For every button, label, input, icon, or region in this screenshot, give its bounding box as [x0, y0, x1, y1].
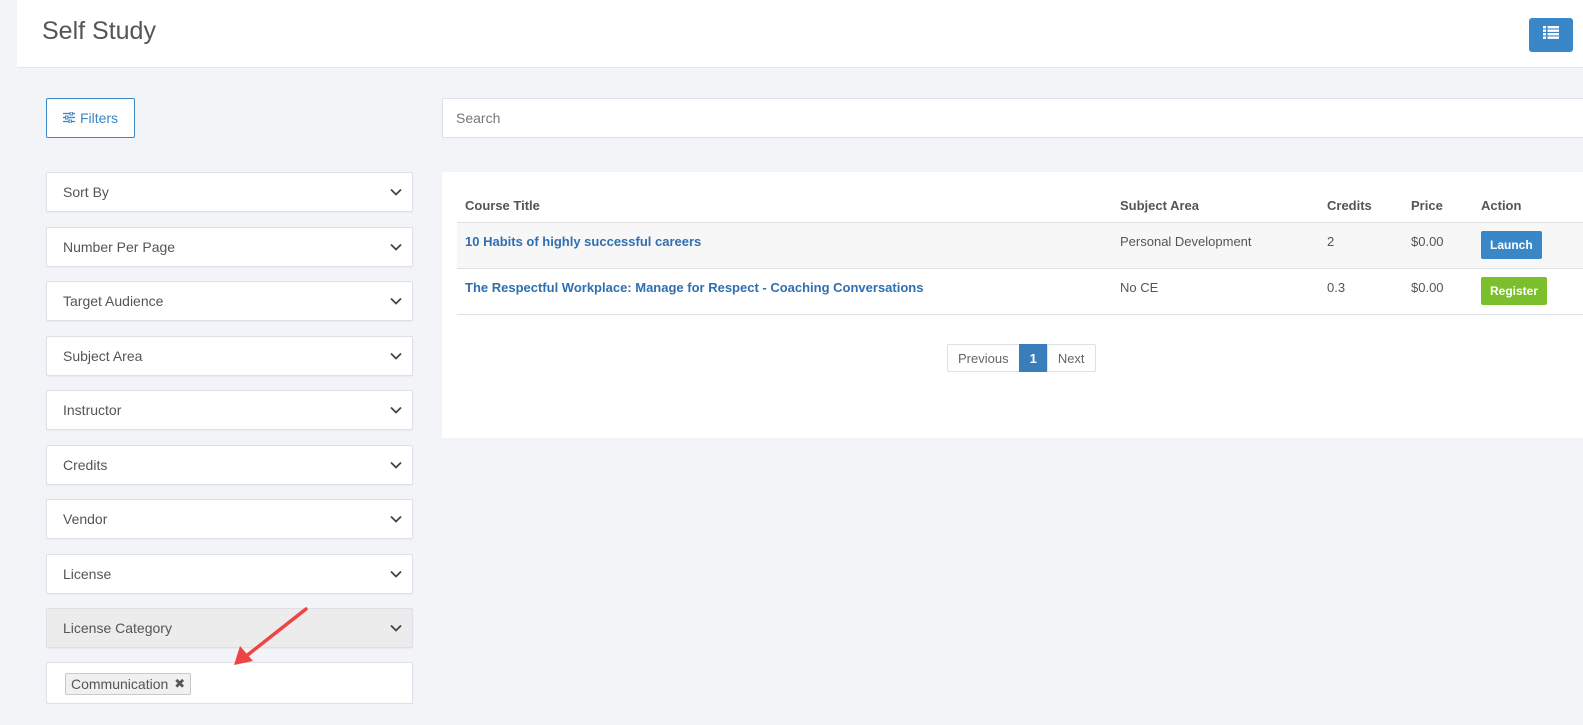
number-per-page-label: Number Per Page [63, 238, 176, 255]
number-per-page-select[interactable]: Number Per Page [46, 226, 413, 267]
course-title-cell: The Respectful Workplace: Manage for Res… [457, 268, 1112, 315]
column-header-action: Action [1473, 190, 1583, 223]
action-cell: Launch [1473, 222, 1583, 269]
chevron-down-icon [390, 188, 402, 196]
subject-area-cell: No CE [1112, 268, 1319, 315]
chevron-down-icon [390, 461, 402, 469]
subject-area-label: Subject Area [63, 347, 143, 364]
filter-list: Sort By Number Per Page Target Audience … [46, 172, 413, 663]
chevron-down-icon [390, 406, 402, 414]
chevron-down-icon [390, 352, 402, 360]
courses-table: Course Title Subject Area Credits Price … [457, 190, 1583, 315]
sort-by-select[interactable]: Sort By [46, 172, 413, 212]
top-bar: Self Study [17, 0, 1583, 68]
page-title: Self Study [42, 17, 156, 45]
credits-cell: 2 [1319, 222, 1403, 269]
course-title-cell: 10 Habits of highly successful careers [457, 222, 1112, 269]
chevron-down-icon [390, 570, 402, 578]
list-icon [1543, 26, 1559, 44]
target-audience-label: Target Audience [63, 293, 164, 309]
credits-label: Credits [63, 456, 108, 473]
license-select[interactable]: License [46, 553, 413, 594]
menu-button[interactable] [1529, 18, 1573, 52]
selected-tag-label: Communication [71, 676, 169, 692]
column-header-course-title[interactable]: Course Title [457, 190, 1112, 223]
price-cell: $0.00 [1403, 268, 1473, 315]
next-page-button[interactable]: Next [1046, 344, 1096, 372]
pagination: Previous 1 Next [947, 344, 1096, 372]
filters-label: Filters [79, 110, 119, 126]
search-input[interactable] [442, 98, 1583, 138]
launch-button[interactable]: Launch [1481, 231, 1542, 259]
column-header-subject-area[interactable]: Subject Area [1112, 190, 1319, 223]
license-category-multiselect[interactable]: Communication ✖ [46, 662, 413, 704]
license-label: License [63, 565, 112, 582]
credits-select[interactable]: Credits [46, 444, 413, 485]
instructor-select[interactable]: Instructor [46, 390, 413, 430]
instructor-label: Instructor [63, 402, 122, 418]
column-header-price[interactable]: Price [1403, 190, 1473, 223]
subject-area-select[interactable]: Subject Area [46, 335, 413, 376]
chevron-down-icon [390, 297, 402, 305]
chevron-down-icon [390, 243, 402, 251]
target-audience-select[interactable]: Target Audience [46, 281, 413, 321]
table-row: The Respectful Workplace: Manage for Res… [457, 268, 1583, 315]
table-row: 10 Habits of highly successful careers P… [457, 222, 1583, 269]
course-title-link[interactable]: The Respectful Workplace: Manage for Res… [465, 280, 923, 295]
credits-cell: 0.3 [1319, 268, 1403, 315]
register-button[interactable]: Register [1481, 277, 1548, 305]
action-cell: Register [1473, 268, 1583, 315]
subject-area-cell: Personal Development [1112, 222, 1319, 269]
chevron-down-icon [390, 515, 402, 523]
results-panel: Course Title Subject Area Credits Price … [442, 172, 1583, 438]
course-title-link[interactable]: 10 Habits of highly successful careers [465, 234, 701, 249]
chevron-down-icon [390, 624, 402, 632]
license-category-select[interactable]: License Category [46, 608, 413, 648]
filters-button[interactable]: Filters [46, 98, 135, 138]
vendor-select[interactable]: Vendor [46, 499, 413, 539]
vendor-label: Vendor [63, 511, 108, 527]
previous-page-button[interactable]: Previous [947, 344, 1020, 372]
sliders-icon [62, 110, 75, 126]
license-category-label: License Category [63, 620, 172, 636]
selected-tag: Communication ✖ [65, 673, 192, 695]
sort-by-label: Sort By [63, 184, 109, 200]
table-header-row: Course Title Subject Area Credits Price … [457, 190, 1583, 223]
current-page-button[interactable]: 1 [1018, 344, 1048, 372]
column-header-credits[interactable]: Credits [1319, 190, 1403, 223]
remove-tag-icon[interactable]: ✖ [174, 676, 185, 692]
price-cell: $0.00 [1403, 222, 1473, 269]
